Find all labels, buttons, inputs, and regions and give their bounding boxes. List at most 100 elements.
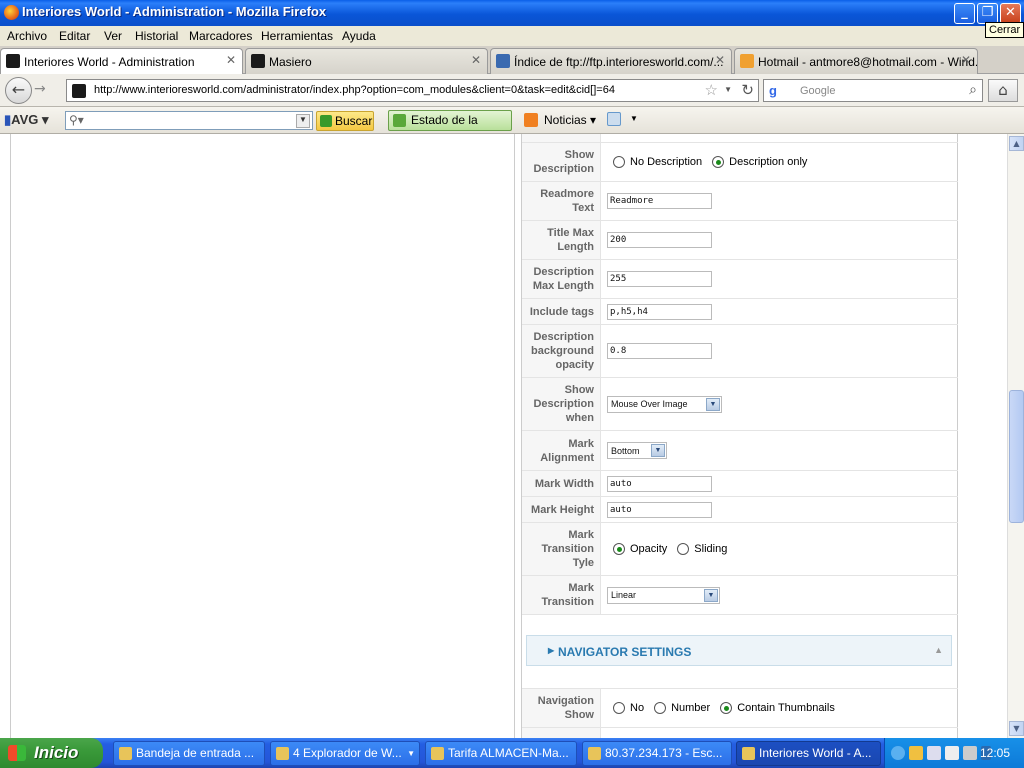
menu-historial[interactable]: Historial (135, 29, 178, 43)
menu-marcadores[interactable]: Marcadores (189, 29, 252, 43)
radio-label: Opacity (630, 543, 668, 555)
readmore-text-input[interactable]: Readmore (607, 193, 712, 209)
tray-network-icon[interactable] (927, 746, 941, 760)
close-button[interactable]: ✕ (1000, 3, 1021, 24)
radio-description-only[interactable] (712, 156, 725, 168)
param-label: Description Max Length (522, 260, 601, 298)
tray-speaker-icon[interactable] (963, 746, 977, 760)
magnifier-icon[interactable]: ⚲▾ (69, 113, 84, 127)
restore-button[interactable]: ❐ (977, 3, 998, 24)
start-button[interactable]: Inicio (0, 738, 103, 768)
menu-archivo[interactable]: Archivo (7, 29, 47, 43)
taskbar-item-remote[interactable]: 80.37.234.173 - Esc... (582, 741, 732, 766)
title-max-length-input[interactable]: 200 (607, 232, 712, 248)
dropdown-arrow-icon[interactable]: ▼ (651, 444, 665, 457)
buscar-button[interactable]: Buscar (316, 111, 374, 131)
task-label: 80.37.234.173 - Esc... (605, 746, 723, 760)
param-row-title-max-length: Title Max Length 200 (522, 221, 958, 260)
minimize-button[interactable]: _ (954, 3, 975, 24)
menu-editar[interactable]: Editar (59, 29, 90, 43)
avg-tools-dropdown-icon[interactable]: ▼ (630, 114, 638, 123)
tab-label: Masiero (269, 55, 312, 69)
avg-tools-icon[interactable] (607, 112, 621, 126)
google-icon[interactable]: g (769, 83, 777, 98)
dropdown-arrow-icon[interactable]: ▼ (706, 397, 720, 411)
taskbar-item-interiores[interactable]: Interiores World - A... (736, 741, 881, 766)
param-row-mark-height: Mark Height auto (522, 497, 958, 523)
forward-button[interactable]: → (34, 81, 46, 97)
tab-interiores-world[interactable]: Interiores World - Administration ✕ (0, 48, 243, 75)
home-button[interactable]: ⌂ (988, 79, 1018, 102)
bookmark-star-icon[interactable]: ☆ (705, 81, 718, 99)
radio-opacity[interactable] (613, 543, 625, 555)
menu-ver[interactable]: Ver (104, 29, 122, 43)
mark-width-input[interactable]: auto (607, 475, 712, 492)
mark-transition-select[interactable]: Linear ▼ (607, 586, 720, 604)
include-tags-input[interactable]: p,h5,h4 (607, 303, 712, 320)
param-label: Navigation Show (522, 689, 601, 727)
group-dropdown-icon[interactable]: ▼ (407, 742, 415, 765)
tab-ftp-index[interactable]: Índice de ftp://ftp.interioresworld.com/… (490, 48, 732, 74)
folder-icon (496, 54, 510, 68)
radio-contain-thumbnails[interactable] (720, 702, 733, 714)
search-icon[interactable]: ⌕ (969, 81, 977, 98)
firefox-icon (4, 5, 19, 20)
tray-arrow-icon[interactable] (891, 746, 905, 760)
news-button[interactable]: Noticias ▾ (524, 113, 596, 127)
tab-hotmail[interactable]: Hotmail - antmore8@hotmail.com - Wind...… (734, 48, 978, 74)
mark-height-input[interactable]: auto (607, 501, 712, 518)
close-tab-icon[interactable]: ✕ (471, 53, 481, 67)
search-bar[interactable]: g Google ⌕ (763, 79, 983, 102)
reload-icon[interactable]: ↻ (741, 81, 754, 99)
param-label: Mark Transition (522, 576, 601, 614)
param-label: Mark Alignment (522, 431, 601, 470)
radio-sliding[interactable] (677, 543, 690, 555)
menu-herramientas[interactable]: Herramientas (261, 29, 333, 43)
dropdown-arrow-icon[interactable]: ▼ (296, 114, 310, 128)
url-dropdown-icon[interactable]: ▼ (724, 85, 732, 94)
param-row-description-max-length: Description Max Length 255 (522, 260, 958, 299)
param-label: Readmore Text (522, 182, 601, 220)
close-tab-icon[interactable]: ✕ (226, 53, 236, 67)
taskbar-item-bandeja[interactable]: Bandeja de entrada ... (113, 741, 265, 766)
clock: 12:05 (979, 746, 1010, 760)
select-value: Mouse Over Image (611, 399, 688, 409)
tray-bluetooth-icon[interactable] (945, 746, 959, 760)
radio-no[interactable] (613, 702, 625, 714)
avg-search-input[interactable]: ⚲▾ ▼ (65, 111, 313, 130)
url-text[interactable]: http://www.interioresworld.com/administr… (94, 84, 615, 96)
radio-label: Contain Thumbnails (737, 702, 835, 714)
back-button[interactable]: ← (5, 77, 32, 104)
tab-masiero[interactable]: Masiero ✕ (245, 48, 488, 74)
param-row-show-description: Show Description No Description Descript… (522, 143, 958, 182)
scroll-up-arrow-icon[interactable]: ▲ (1009, 136, 1024, 151)
window-title-bar: Interiores World - Administration - Mozi… (0, 0, 1024, 26)
mark-alignment-select[interactable]: Bottom ▼ (607, 442, 667, 459)
close-tab-icon[interactable]: ✕ (961, 53, 971, 67)
taskbar-item-tarifa[interactable]: Tarifa ALMACEN-Ma... (425, 741, 577, 766)
description-max-length-input[interactable]: 255 (607, 271, 712, 287)
radio-number[interactable] (654, 702, 667, 714)
show-description-when-select[interactable]: Mouse Over Image ▼ (607, 395, 722, 413)
left-panel (10, 134, 515, 738)
windows-taskbar: Inicio Bandeja de entrada ... 4 Explorad… (0, 738, 1024, 768)
navigator-settings-header[interactable]: ▶ NAVIGATOR SETTINGS ▲ (526, 635, 952, 666)
vertical-scrollbar[interactable]: ▲ ▼ (1007, 134, 1024, 738)
url-bar[interactable]: http://www.interioresworld.com/administr… (66, 79, 759, 102)
close-tooltip: Cerrar (985, 22, 1024, 38)
joomla-icon (251, 54, 265, 68)
description-bg-opacity-input[interactable]: 0.8 (607, 343, 712, 359)
task-label: Interiores World - A... (759, 746, 872, 760)
scroll-down-arrow-icon[interactable]: ▼ (1009, 721, 1024, 736)
close-tab-icon[interactable]: ✕ (715, 53, 725, 67)
page-status-button[interactable]: Estado de la página (388, 110, 512, 146)
radio-no-description[interactable] (613, 156, 625, 168)
taskbar-item-explorador[interactable]: 4 Explorador de W... ▼ (270, 741, 420, 766)
collapse-arrow-icon[interactable]: ▲ (934, 645, 943, 655)
news-label: Noticias (544, 113, 587, 127)
avg-logo[interactable]: ▮AVG ▾ (4, 112, 49, 128)
tray-mail-icon[interactable] (909, 746, 923, 760)
dropdown-arrow-icon[interactable]: ▼ (704, 588, 718, 602)
scrollbar-thumb[interactable] (1009, 390, 1024, 523)
menu-ayuda[interactable]: Ayuda (342, 29, 376, 43)
